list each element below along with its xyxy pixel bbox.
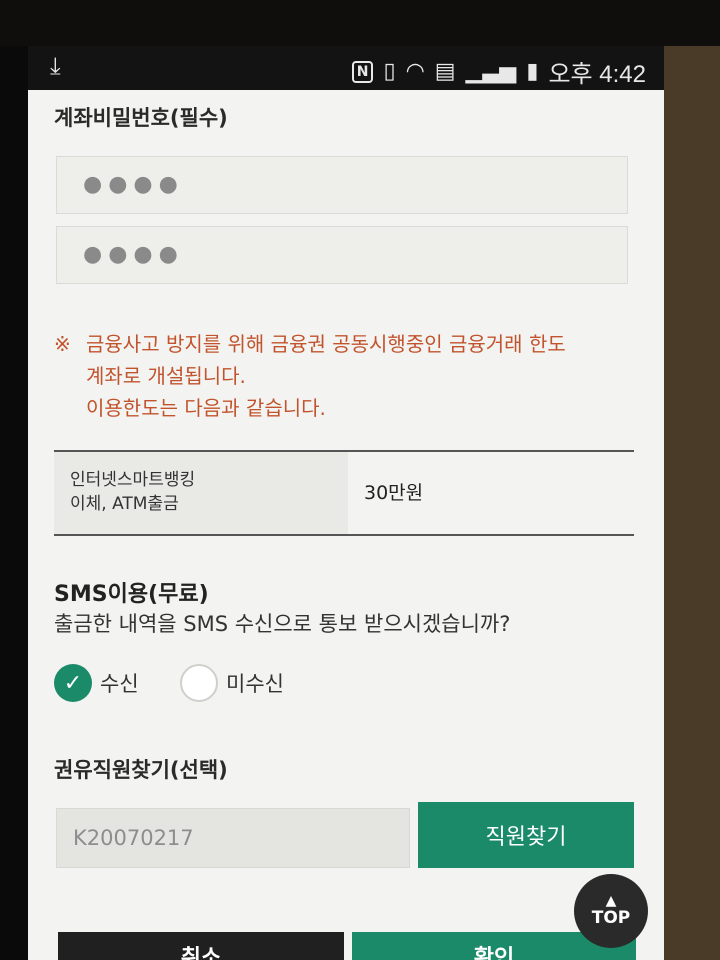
- sms-title: SMS이용(무료): [54, 582, 209, 607]
- sms-no-receive-radio[interactable]: 미수신: [180, 664, 284, 702]
- top-label: TOP: [591, 908, 631, 928]
- checkmark-icon: ✓: [54, 664, 92, 702]
- nfc-icon: N: [351, 60, 374, 83]
- vibrate-icon: ▯: [383, 59, 396, 84]
- notice-line: 이용한도는 다음과 같습니다.: [86, 396, 326, 420]
- sms-no-receive-label: 미수신: [226, 672, 284, 696]
- arrow-up-icon: ▲: [605, 893, 617, 909]
- recommender-title: 권유직원찾기(선택): [54, 758, 228, 782]
- notice-line: 계좌로 개설됩니다.: [86, 364, 246, 388]
- limit-label-line: 인터넷스마트뱅킹: [70, 470, 196, 490]
- password-field[interactable]: ●●●●: [56, 156, 628, 214]
- wifi-icon: ◠: [405, 59, 425, 84]
- scroll-top-button[interactable]: ▲ TOP: [574, 874, 648, 948]
- status-icons: N ▯ ◠ ▤ ▁▃▅ ▮ 오후 4:42: [351, 54, 646, 89]
- battery-icon: ▮: [526, 59, 539, 84]
- cancel-button[interactable]: 취소: [58, 932, 344, 960]
- notice-line: 금융사고 방지를 위해 금융권 공동시행중인 금융거래 한도: [86, 332, 566, 356]
- employee-id-input[interactable]: K20070217: [56, 808, 410, 868]
- limit-label-cell: 인터넷스마트뱅킹 이체, ATM출금: [54, 452, 348, 534]
- status-time: 오후 4:42: [548, 61, 646, 88]
- sim-icon: ▤: [434, 59, 456, 84]
- signal-icon: ▁▃▅: [465, 59, 517, 84]
- app-screen: 계좌비밀번호(필수) ●●●● ●●●● ※ 금융사고 방지를 위해 금융권 공…: [28, 90, 664, 960]
- sms-question: 출금한 내역을 SMS 수신으로 통보 받으시겠습니까?: [54, 612, 511, 636]
- notice-mark: ※: [54, 332, 71, 356]
- phone-bezel-left: [0, 46, 28, 960]
- phone-bezel-top: [0, 0, 720, 46]
- password-confirm-field[interactable]: ●●●●: [56, 226, 628, 284]
- download-icon: ⤓: [50, 52, 61, 80]
- phone-frame-right: [664, 46, 720, 960]
- radio-circle-icon: [180, 664, 218, 702]
- status-bar: ⤓ N ▯ ◠ ▤ ▁▃▅ ▮ 오후 4:42: [28, 46, 664, 90]
- password-title: 계좌비밀번호(필수): [54, 106, 228, 130]
- limit-table: 인터넷스마트뱅킹 이체, ATM출금 30만원: [54, 450, 634, 536]
- limit-value: 30만원: [364, 482, 424, 504]
- limit-label-line: 이체, ATM출금: [70, 494, 179, 514]
- find-employee-button[interactable]: 직원찾기: [418, 802, 634, 868]
- sms-receive-radio[interactable]: ✓ 수신: [54, 664, 139, 702]
- sms-receive-label: 수신: [100, 672, 139, 696]
